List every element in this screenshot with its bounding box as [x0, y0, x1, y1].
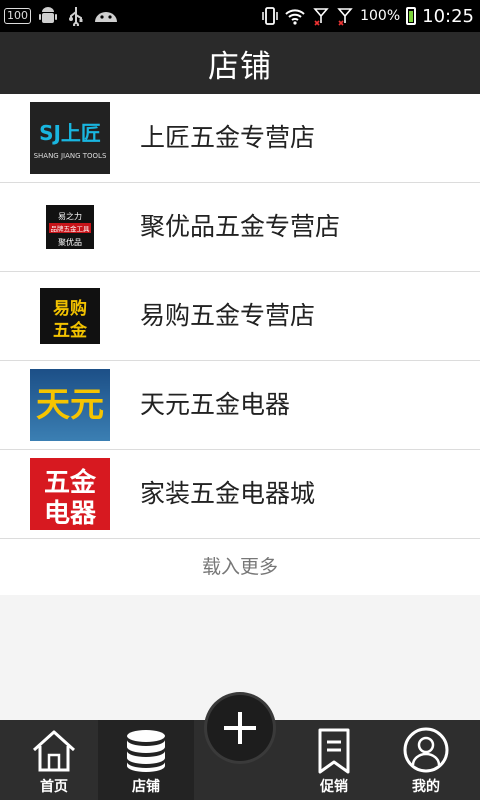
store-logo-yigou: 易购 五金	[30, 280, 110, 352]
store-row-tianyuan[interactable]: 天元 天元五金电器	[0, 361, 480, 450]
store-logo-tianyuan: 天元	[30, 369, 110, 441]
signal-2-icon	[337, 8, 353, 26]
signal-1-icon	[313, 8, 329, 26]
svg-text:SJ上匠: SJ上匠	[39, 121, 101, 145]
store-logo-jiazhuang: 五金 电器	[30, 458, 110, 530]
store-name: 家装五金电器城	[140, 479, 316, 508]
svg-text:五金: 五金	[53, 320, 88, 341]
svg-text:电器: 电器	[44, 499, 97, 529]
store-logo-shangjiang: SJ上匠 SHANG JIANG TOOLS	[30, 102, 110, 174]
add-button[interactable]	[207, 695, 273, 761]
svg-text:聚优品: 聚优品	[58, 237, 82, 247]
svg-text:天元: 天元	[36, 385, 104, 425]
store-name: 天元五金电器	[140, 390, 291, 419]
android-robot-icon	[95, 12, 117, 22]
database-icon	[127, 730, 165, 772]
nav-home[interactable]: 首页	[6, 720, 102, 800]
nav-promo[interactable]: 促销	[286, 720, 382, 800]
title-bar: 店铺	[0, 32, 480, 94]
nav-home-label: 首页	[40, 779, 68, 795]
battery-percent: 100%	[360, 8, 401, 24]
nav-shop-label: 店铺	[132, 779, 160, 795]
bookmark-icon	[318, 728, 350, 774]
store-name: 上匠五金专营店	[140, 123, 316, 152]
status-bar: 100 100% 10:25	[0, 0, 480, 32]
notification-badge: 100	[4, 8, 31, 24]
plus-icon	[224, 712, 256, 744]
page-title: 店铺	[208, 48, 272, 85]
svg-text:SHANG JIANG TOOLS: SHANG JIANG TOOLS	[34, 152, 107, 160]
usb-icon	[69, 7, 83, 26]
store-row-shangjiang[interactable]: SJ上匠 SHANG JIANG TOOLS 上匠五金专营店	[0, 94, 480, 183]
store-logo-juyoupin: 易之力 品牌五金工具 聚优品	[30, 191, 110, 263]
store-list: SJ上匠 SHANG JIANG TOOLS 上匠五金专营店 易之力 品牌五金工…	[0, 94, 480, 595]
battery-icon	[406, 7, 417, 25]
nav-promo-label: 促销	[320, 779, 348, 795]
store-row-juyoupin[interactable]: 易之力 品牌五金工具 聚优品 聚优品五金专营店	[0, 183, 480, 272]
svg-text:五金: 五金	[44, 467, 97, 498]
store-name: 易购五金专营店	[140, 301, 316, 330]
android-icon	[39, 7, 57, 23]
wifi-icon	[285, 9, 305, 25]
nav-shop[interactable]: 店铺	[98, 720, 194, 800]
nav-mine-label: 我的	[412, 779, 440, 795]
store-row-jiazhuang[interactable]: 五金 电器 家装五金电器城	[0, 450, 480, 539]
user-icon	[403, 727, 449, 773]
store-row-yigou[interactable]: 易购 五金 易购五金专营店	[0, 272, 480, 361]
nav-mine[interactable]: 我的	[378, 720, 474, 800]
clock: 10:25	[422, 5, 474, 27]
svg-text:易之力: 易之力	[58, 211, 82, 221]
svg-text:品牌五金工具: 品牌五金工具	[51, 224, 91, 233]
svg-text:易购: 易购	[53, 298, 87, 319]
vibrate-icon	[262, 7, 278, 25]
store-name: 聚优品五金专营店	[140, 212, 341, 241]
load-more-button[interactable]: 载入更多	[0, 539, 480, 595]
home-icon	[32, 730, 76, 772]
